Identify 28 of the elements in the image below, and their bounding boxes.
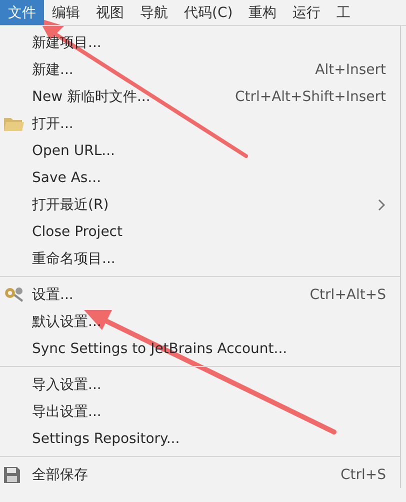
menu-item[interactable]: 打开最近(R) [32,196,109,212]
menu-item[interactable]: 导入设置... [32,376,102,392]
shortcut-label: Ctrl+Alt+Shift+Insert [234,88,386,104]
menu-item[interactable]: 导出设置... [32,404,102,420]
menu-bar-item[interactable]: 工 [328,0,359,25]
menu-bar-item[interactable]: 视图 [88,0,132,25]
menu-bar-item[interactable]: 导航 [132,0,176,25]
menu-item[interactable]: Save As... [32,170,102,186]
wrench-icon [4,286,24,302]
menu-item[interactable]: Open URL... [32,142,115,158]
folder-icon [4,116,24,131]
menu-item[interactable]: Settings Repository... [32,430,180,446]
menu-item[interactable]: 重命名项目... [32,250,116,266]
menu-item[interactable]: 设置... [32,286,74,302]
menu-item[interactable]: 新建... [32,62,74,78]
shortcut-label: Alt+Insert [315,62,386,78]
menu-item[interactable]: Close Project [32,224,122,240]
menu-item[interactable]: New 新临时文件... [32,88,150,104]
menu-item[interactable]: 打开... [32,116,74,132]
menu-bar-item[interactable]: 编辑 [44,0,88,25]
menu-bar-item[interactable]: 重构 [240,0,285,25]
menu-bar-item[interactable]: 文件 [0,0,44,25]
menu-bar-item[interactable]: 运行 [284,0,329,25]
menu-bar-item[interactable]: 代码(C) [176,0,241,25]
shortcut-label: Ctrl+S [340,466,386,482]
menu-item[interactable]: 全部保存 [32,466,88,482]
save-icon [4,466,20,482]
shortcut-label: Ctrl+Alt+S [310,286,386,302]
